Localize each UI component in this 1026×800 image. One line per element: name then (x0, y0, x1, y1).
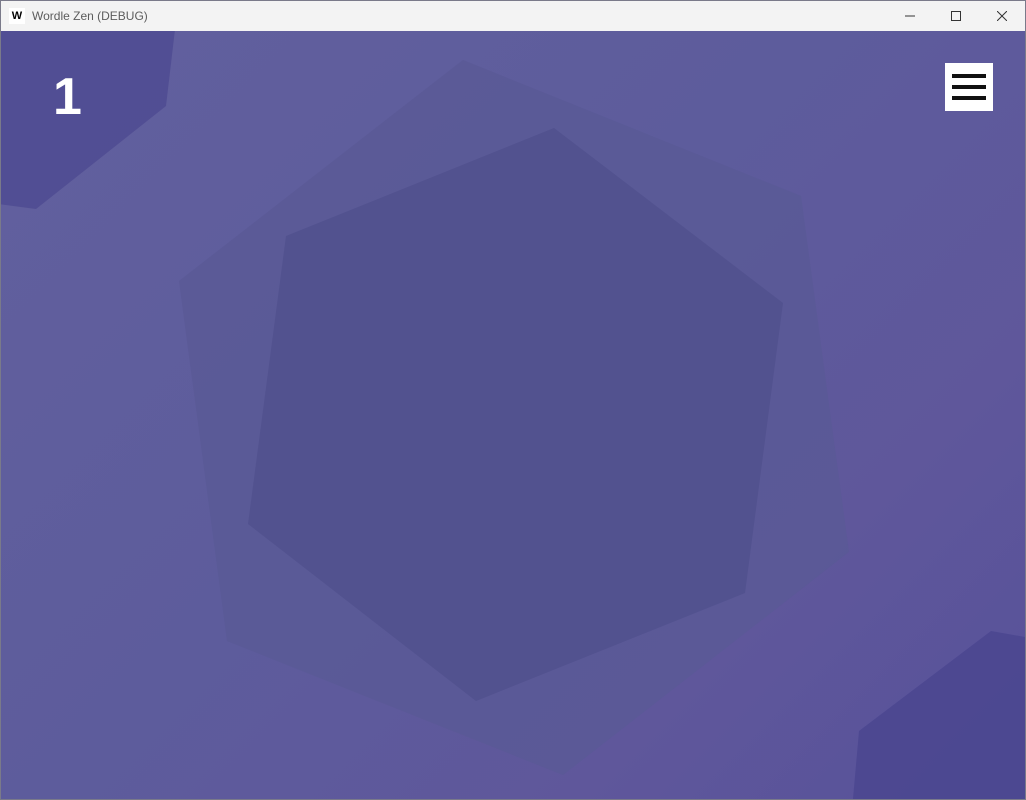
close-icon (997, 11, 1007, 21)
app-icon: W (9, 8, 25, 24)
window-controls (887, 1, 1025, 31)
hamburger-menu-icon-bar (952, 96, 986, 100)
window-title: Wordle Zen (DEBUG) (32, 9, 148, 23)
hamburger-menu-icon (952, 74, 986, 78)
level-number: 1 (53, 68, 82, 126)
app-window: W Wordle Zen (DEBUG) 1 (0, 0, 1026, 800)
minimize-icon (905, 15, 915, 17)
corner-hexagon-bottom-right (853, 631, 1025, 799)
close-button[interactable] (979, 1, 1025, 31)
maximize-button[interactable] (933, 1, 979, 31)
hamburger-menu-icon-bar (952, 85, 986, 89)
background-hexagons (1, 31, 1025, 799)
menu-button[interactable] (945, 63, 993, 111)
title-bar[interactable]: W Wordle Zen (DEBUG) (1, 1, 1025, 31)
game-canvas[interactable]: 1 (1, 31, 1025, 799)
maximize-icon (951, 11, 961, 21)
corner-hexagon-top-left (1, 31, 175, 209)
minimize-button[interactable] (887, 1, 933, 31)
